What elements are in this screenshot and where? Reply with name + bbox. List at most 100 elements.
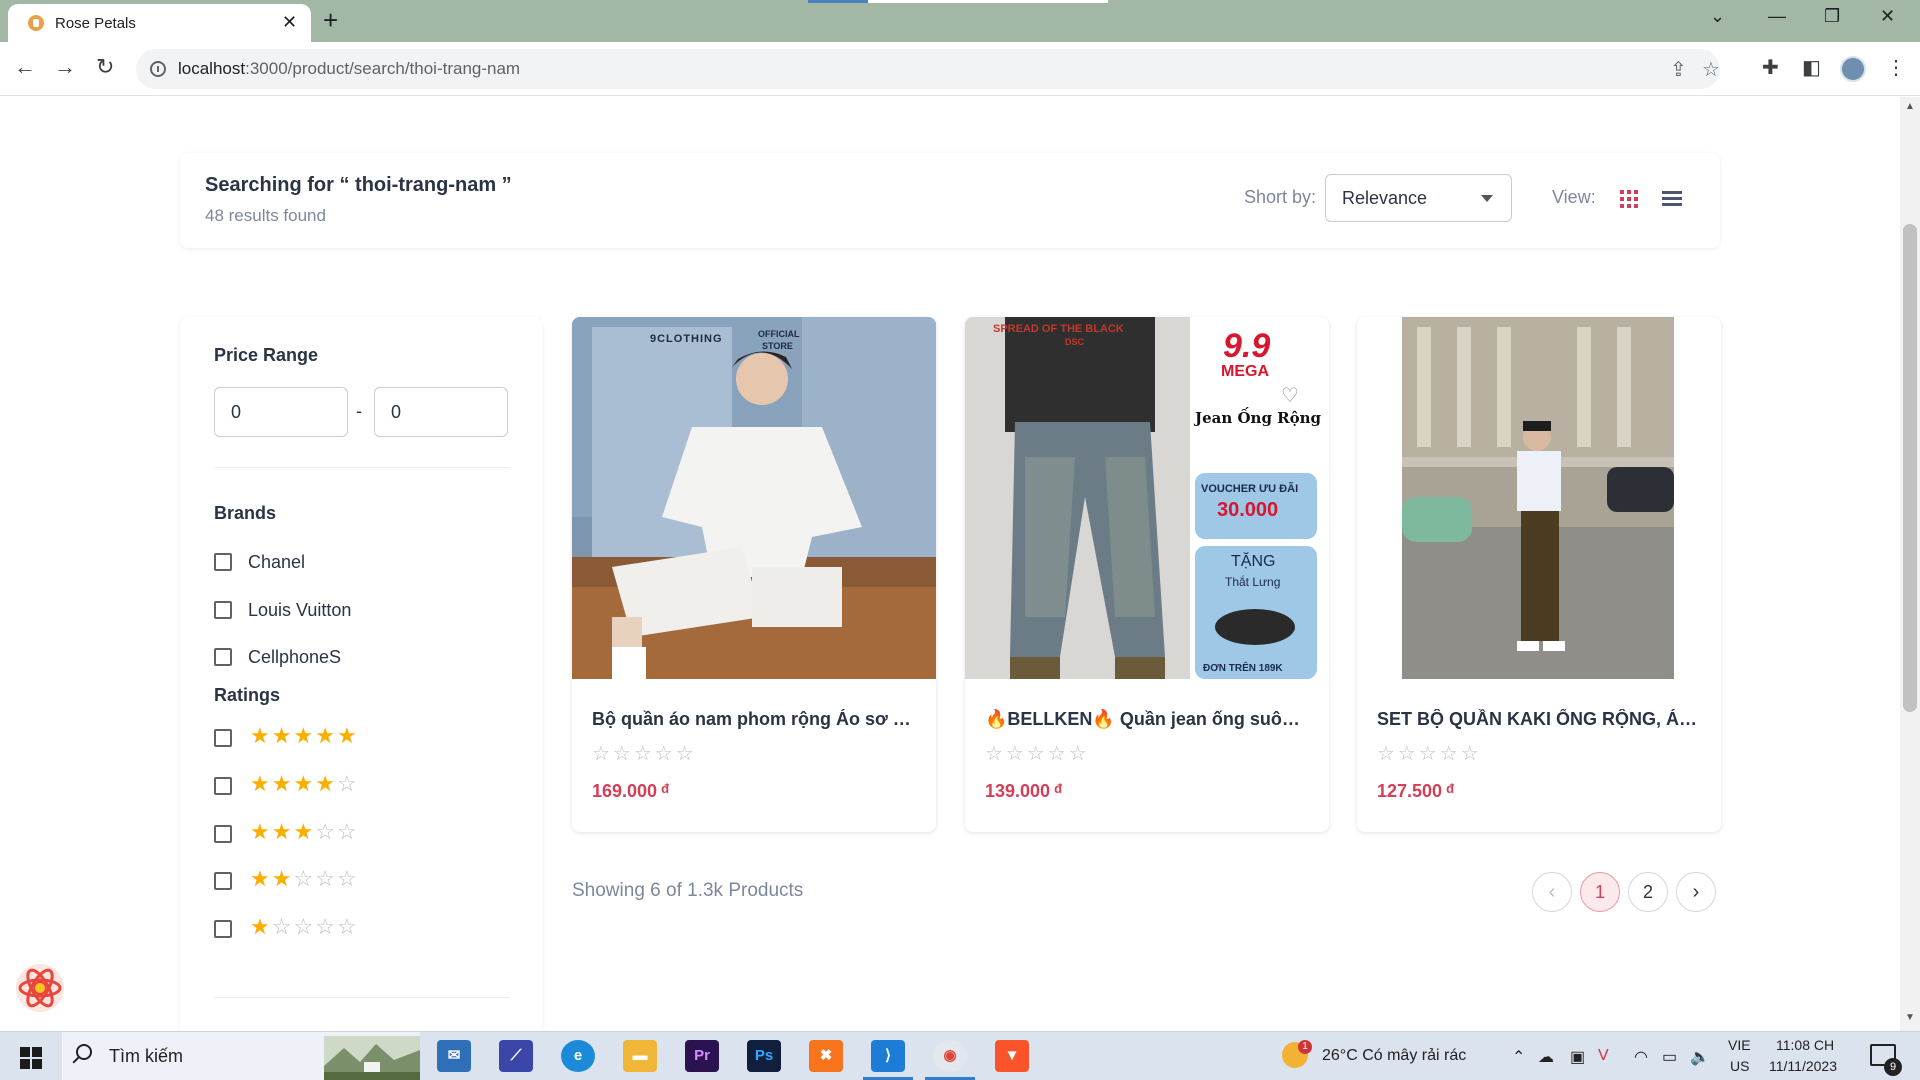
scroll-up-icon[interactable]: ▲: [1905, 101, 1915, 112]
product-title[interactable]: Bộ quần áo nam phom rộng Áo sơ mi cộc ta…: [592, 709, 916, 730]
image-official-label: OFFICIAL: [758, 329, 800, 339]
weather-text[interactable]: 26°C Có mây rải rác: [1322, 1047, 1466, 1065]
xampp-app-icon[interactable]: ✖: [809, 1040, 843, 1072]
checkbox[interactable]: [214, 825, 232, 843]
checkbox[interactable]: [214, 553, 232, 571]
page-viewport: Searching for “ thoi-trang-nam ” 48 resu…: [0, 97, 1900, 1031]
close-tab-icon[interactable]: ✕: [282, 12, 297, 33]
language-top[interactable]: VIE: [1728, 1037, 1751, 1053]
star-empty-icon: ☆: [315, 866, 337, 891]
tab-search-chevron-icon[interactable]: ⌄: [1710, 6, 1725, 27]
clock-date[interactable]: 11/11/2023: [1769, 1058, 1837, 1074]
price-range-heading: Price Range: [214, 345, 319, 365]
page-button-2[interactable]: 2: [1628, 872, 1668, 912]
star-filled-icon: ★: [271, 819, 294, 844]
grid-view-icon[interactable]: [1620, 190, 1638, 208]
next-page-button[interactable]: ›: [1676, 872, 1716, 912]
windows-start-icon[interactable]: [20, 1047, 42, 1069]
product-card[interactable]: SET BỘ QUẦN KAKI ỐNG RỘNG, ÁO THUN ☆☆☆☆☆…: [1357, 317, 1721, 832]
rating-stars: ★★★☆☆: [250, 819, 359, 845]
site-info-icon[interactable]: [150, 61, 166, 77]
url-text[interactable]: localhost:3000/product/search/thoi-trang…: [178, 59, 520, 79]
checkbox[interactable]: [214, 729, 232, 747]
page-button-1[interactable]: 1: [1580, 872, 1620, 912]
edge-app-icon[interactable]: e: [561, 1040, 595, 1072]
search-highlight-illustration: [324, 1036, 420, 1080]
back-icon[interactable]: ←: [14, 54, 36, 80]
new-tab-icon[interactable]: +: [323, 6, 338, 34]
notifications-badge: 9: [1884, 1058, 1902, 1076]
window-close-icon[interactable]: ✕: [1880, 6, 1895, 27]
browser-tab[interactable]: Rose Petals ✕: [8, 4, 311, 42]
photoshop-app-icon[interactable]: Ps: [747, 1040, 781, 1072]
checkbox[interactable]: [214, 920, 232, 938]
battery-icon[interactable]: ▭: [1662, 1047, 1677, 1067]
promo-mega-number: 9.9: [1223, 327, 1271, 365]
rating-stars: ★★☆☆☆: [250, 866, 359, 892]
image-shirt-print: SPREAD OF THE BLACK: [993, 323, 1124, 335]
promo-voucher-value: 30.000: [1217, 499, 1279, 521]
brave-app-icon[interactable]: ▼: [995, 1040, 1029, 1072]
vscode-app-icon[interactable]: ⟩: [863, 1040, 913, 1080]
star-filled-icon: ★: [250, 723, 272, 748]
clock-time[interactable]: 11:08 CH: [1776, 1037, 1834, 1053]
forward-icon[interactable]: →: [54, 54, 76, 80]
product-card[interactable]: 9CLOTHING OFFICIAL STORE Bộ quần áo nam …: [572, 317, 936, 832]
file-explorer-app-icon[interactable]: ▬: [623, 1040, 657, 1072]
react-devtools-icon[interactable]: [15, 963, 65, 1013]
profile-avatar[interactable]: [1840, 56, 1866, 82]
checkbox[interactable]: [214, 872, 232, 890]
product-image[interactable]: SPREAD OF THE BLACK DSC 9.9 MEGA ♡ Jean …: [965, 317, 1329, 679]
prev-page-button[interactable]: ‹: [1532, 872, 1572, 912]
checkbox[interactable]: [214, 777, 232, 795]
search-icon: [76, 1044, 92, 1060]
volume-icon[interactable]: 🔈: [1690, 1047, 1710, 1067]
image-brand-tag: 9CLOTHING: [650, 333, 723, 345]
product-image[interactable]: [1357, 317, 1721, 679]
divider: [214, 997, 510, 998]
price-min-input[interactable]: [214, 387, 348, 437]
minimize-icon[interactable]: —: [1768, 6, 1786, 27]
product-title[interactable]: 🔥BELLKEN🔥 Quần jean ống suông rộng: [985, 709, 1309, 730]
product-photo-white-set: [572, 317, 936, 679]
price-max-input[interactable]: [374, 387, 508, 437]
address-bar[interactable]: localhost:3000/product/search/thoi-trang…: [136, 49, 1720, 89]
taskbar: Tìm kiếm ✉ ⟋ e ▬ Pr Ps ✖ ⟩ ◉ ▼ 1 26°C Có…: [0, 1031, 1920, 1080]
scrollbar-thumb[interactable]: [1903, 224, 1917, 712]
tray-app-icon[interactable]: ▣: [1570, 1047, 1585, 1067]
product-title[interactable]: SET BỘ QUẦN KAKI ỐNG RỘNG, ÁO THUN: [1377, 709, 1701, 730]
restore-icon[interactable]: ❐: [1824, 6, 1840, 27]
reload-icon[interactable]: ↻: [96, 54, 114, 80]
checkbox[interactable]: [214, 648, 232, 666]
star-filled-icon: ★: [271, 866, 294, 891]
sort-select[interactable]: Relevance: [1325, 174, 1512, 222]
star-filled-icon: ★: [250, 866, 272, 891]
vscode-insiders-app-icon[interactable]: ⟋: [499, 1040, 533, 1072]
share-icon[interactable]: ⇪: [1670, 57, 1687, 82]
side-panel-icon[interactable]: ◧: [1802, 55, 1821, 80]
browser-menu-icon[interactable]: ⋮: [1886, 55, 1906, 80]
vietkey-icon[interactable]: V: [1598, 1047, 1609, 1065]
onedrive-cloud-icon[interactable]: ☁: [1538, 1047, 1554, 1067]
star-empty-icon: ☆: [336, 866, 359, 891]
product-card[interactable]: SPREAD OF THE BLACK DSC 9.9 MEGA ♡ Jean …: [965, 317, 1329, 832]
extensions-puzzle-icon[interactable]: ✚: [1762, 55, 1779, 80]
favicon-icon: [28, 15, 44, 31]
bookmark-star-icon[interactable]: ☆: [1702, 57, 1720, 82]
network-icon[interactable]: ◠: [1634, 1047, 1648, 1067]
chrome-app-icon[interactable]: ◉: [925, 1040, 975, 1080]
list-view-icon[interactable]: [1662, 191, 1682, 207]
filter-sidebar: Price Range - Brands Chanel Louis Vuitto…: [180, 317, 542, 1031]
star-filled-icon: ★: [315, 723, 337, 748]
checkbox[interactable]: [214, 601, 232, 619]
language-bottom[interactable]: US: [1730, 1058, 1749, 1074]
wishlist-heart-icon[interactable]: ♡: [1281, 383, 1299, 408]
product-image[interactable]: 9CLOTHING OFFICIAL STORE: [572, 317, 936, 679]
taskbar-search[interactable]: Tìm kiếm: [62, 1032, 420, 1080]
mail-app-icon[interactable]: ✉: [437, 1040, 471, 1072]
promo-voucher: VOUCHER ƯU ĐÃI: [1201, 483, 1299, 495]
star-filled-icon: ★: [250, 771, 272, 796]
scroll-down-icon[interactable]: ▼: [1905, 1012, 1915, 1023]
show-hidden-icons-icon[interactable]: ⌃: [1512, 1047, 1525, 1067]
premiere-pro-app-icon[interactable]: Pr: [685, 1040, 719, 1072]
